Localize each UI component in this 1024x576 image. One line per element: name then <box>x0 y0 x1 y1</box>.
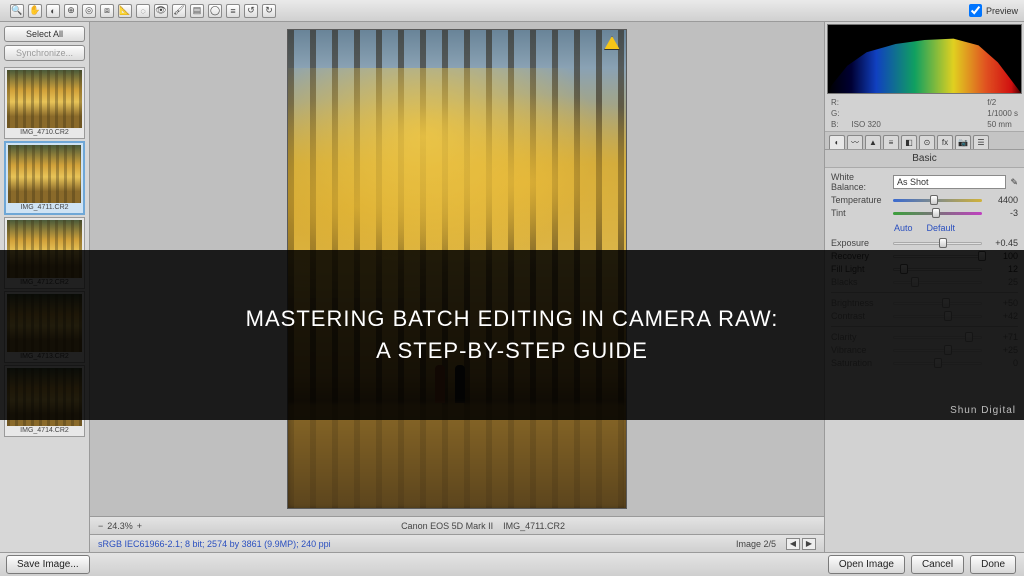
overlay-line2: A STEP-BY-STEP GUIDE <box>376 338 648 364</box>
straighten-tool-icon[interactable]: 📐 <box>118 4 132 18</box>
open-image-button[interactable]: Open Image <box>828 555 905 574</box>
camera-model: Canon EOS 5D Mark II <box>401 521 493 531</box>
default-link[interactable]: Default <box>926 223 955 233</box>
select-all-button[interactable]: Select All <box>4 26 85 42</box>
tint-slider[interactable] <box>893 208 982 218</box>
histogram[interactable] <box>827 24 1022 94</box>
tab-hsl[interactable]: ≡ <box>883 135 899 149</box>
bottom-bar: Save Image... Open Image Cancel Done <box>0 552 1024 576</box>
panel-tabs: ◐ 〰 ▲ ≡ ◧ ⊙ fx 📷 ☰ <box>825 132 1024 150</box>
image-counter: Image 2/5 <box>736 539 776 549</box>
done-button[interactable]: Done <box>970 555 1016 574</box>
preview-checkbox[interactable] <box>969 4 982 17</box>
exposure-slider[interactable] <box>893 238 982 248</box>
workflow-link[interactable]: sRGB IEC61966-2.1; 8 bit; 2574 by 3861 (… <box>98 539 331 549</box>
color-sampler-icon[interactable]: ⊕ <box>64 4 78 18</box>
status-bar: sRGB IEC61966-2.1; 8 bit; 2574 by 3861 (… <box>90 534 824 552</box>
redeye-tool-icon[interactable]: 👁 <box>154 4 168 18</box>
prev-image-button[interactable]: ◀ <box>786 538 800 550</box>
tab-curve[interactable]: 〰 <box>847 135 863 149</box>
wb-eyedropper-icon[interactable]: ✎ <box>1010 177 1018 188</box>
zoom-value: 24.3% <box>107 521 133 531</box>
zoom-tool-icon[interactable]: 🔍 <box>10 4 24 18</box>
synchronize-button[interactable]: Synchronize... <box>4 45 85 61</box>
tab-lens[interactable]: ⊙ <box>919 135 935 149</box>
overlay-line1: MASTERING BATCH EDITING IN CAMERA RAW: <box>246 306 779 332</box>
tab-calibrate[interactable]: 📷 <box>955 135 971 149</box>
auto-link[interactable]: Auto <box>894 223 913 233</box>
article-title-overlay: MASTERING BATCH EDITING IN CAMERA RAW: A… <box>0 250 1024 420</box>
tab-presets[interactable]: ☰ <box>973 135 989 149</box>
top-toolbar: 🔍 ✋ ◐ ⊕ ◎ ⧈ 📐 ◌ 👁 🖌 ▤ ◯ ≡ ↺ ↻ Preview <box>0 0 1024 22</box>
zoom-control[interactable]: − 24.3% + <box>98 521 142 531</box>
wb-label: White Balance: <box>831 172 889 192</box>
exif-info: R:f/2 G:1/1000 s B:ISO 32050 mm <box>825 96 1024 132</box>
temperature-slider[interactable] <box>893 195 982 205</box>
tool-icons: 🔍 ✋ ◐ ⊕ ◎ ⧈ 📐 ◌ 👁 🖌 ▤ ◯ ≡ ↺ ↻ <box>10 4 276 18</box>
wb-tool-icon[interactable]: ◐ <box>46 4 60 18</box>
thumbnail[interactable]: IMG_4710.CR2 <box>4 67 85 139</box>
panel-title: Basic <box>825 150 1024 168</box>
save-image-button[interactable]: Save Image... <box>6 555 90 574</box>
thumbnail[interactable]: IMG_4711.CR2 <box>4 141 85 215</box>
watermark: Shun Digital <box>950 405 1016 416</box>
tab-split[interactable]: ◧ <box>901 135 917 149</box>
adjust-brush-icon[interactable]: 🖌 <box>172 4 186 18</box>
wb-dropdown[interactable]: As Shot <box>893 175 1006 189</box>
rotate-cw-icon[interactable]: ↻ <box>262 4 276 18</box>
crop-tool-icon[interactable]: ⧈ <box>100 4 114 18</box>
grad-filter-icon[interactable]: ▤ <box>190 4 204 18</box>
preview-label: Preview <box>986 6 1018 16</box>
radial-filter-icon[interactable]: ◯ <box>208 4 222 18</box>
tab-fx[interactable]: fx <box>937 135 953 149</box>
rotate-ccw-icon[interactable]: ↺ <box>244 4 258 18</box>
tab-detail[interactable]: ▲ <box>865 135 881 149</box>
target-adjust-icon[interactable]: ◎ <box>82 4 96 18</box>
spot-removal-icon[interactable]: ◌ <box>136 4 150 18</box>
prefs-icon[interactable]: ≡ <box>226 4 240 18</box>
canvas-footer: − 24.3% + Canon EOS 5D Mark II IMG_4711.… <box>90 516 824 534</box>
preview-toggle[interactable]: Preview <box>969 4 1018 17</box>
current-filename: IMG_4711.CR2 <box>503 521 565 531</box>
tab-basic[interactable]: ◐ <box>829 135 845 149</box>
cancel-button[interactable]: Cancel <box>911 555 964 574</box>
next-image-button[interactable]: ▶ <box>802 538 816 550</box>
hand-tool-icon[interactable]: ✋ <box>28 4 42 18</box>
